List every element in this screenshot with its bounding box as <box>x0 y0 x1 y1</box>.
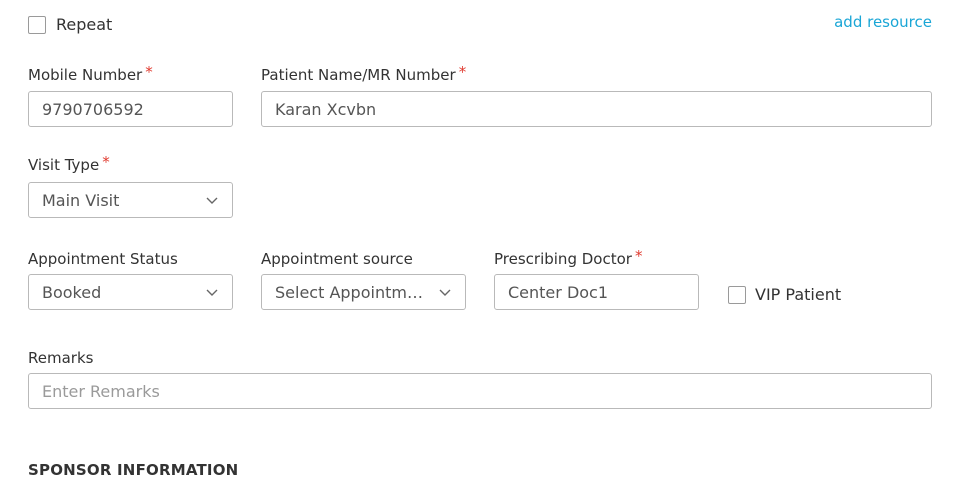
required-asterisk: * <box>634 247 643 265</box>
sponsor-information-heading: SPONSOR INFORMATION <box>28 461 239 479</box>
visit-type-select[interactable]: Main Visit <box>28 182 233 218</box>
appointment-status-label: Appointment Status <box>28 250 178 268</box>
patient-name-label: Patient Name/MR Number * <box>261 63 467 85</box>
vip-patient-checkbox[interactable] <box>728 286 746 304</box>
vip-patient-label: VIP Patient <box>755 285 842 304</box>
repeat-checkbox[interactable] <box>28 16 46 34</box>
visit-type-label-text: Visit Type <box>28 156 100 174</box>
visit-type-value: Main Visit <box>42 190 120 210</box>
mobile-number-label: Mobile Number * <box>28 63 153 85</box>
prescribing-doctor-label-text: Prescribing Doctor <box>494 250 632 268</box>
required-asterisk: * <box>458 63 467 81</box>
appointment-source-value: Select Appointm… <box>275 282 423 302</box>
appointment-source-select[interactable]: Select Appointm… <box>261 274 466 310</box>
add-resource-link[interactable]: add resource <box>834 12 932 32</box>
remarks-label: Remarks <box>28 349 94 367</box>
chevron-down-icon <box>206 289 218 296</box>
mobile-number-label-text: Mobile Number <box>28 66 143 84</box>
required-asterisk: * <box>145 63 153 81</box>
prescribing-doctor-label: Prescribing Doctor * <box>494 247 643 269</box>
appointment-status-select[interactable]: Booked <box>28 274 233 310</box>
remarks-input[interactable] <box>28 373 932 409</box>
appointment-source-label: Appointment source <box>261 250 413 268</box>
repeat-label: Repeat <box>56 15 113 34</box>
patient-name-input[interactable] <box>261 91 932 127</box>
chevron-down-icon <box>206 197 218 204</box>
mobile-number-input[interactable] <box>28 91 233 127</box>
visit-type-label: Visit Type * <box>28 153 110 175</box>
appointment-status-value: Booked <box>42 282 102 302</box>
patient-name-label-text: Patient Name/MR Number <box>261 66 456 84</box>
chevron-down-icon <box>439 289 451 296</box>
prescribing-doctor-input[interactable] <box>494 274 699 310</box>
required-asterisk: * <box>102 153 110 171</box>
